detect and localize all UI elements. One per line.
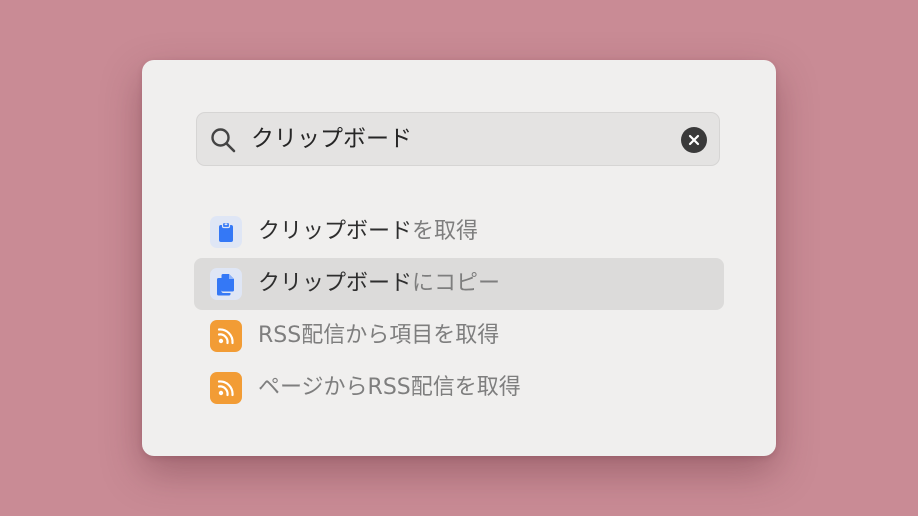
rss-icon	[210, 372, 242, 404]
result-label-rest: ページからRSS配信を取得	[258, 375, 521, 400]
result-label-rest: RSS配信から項目を取得	[258, 323, 500, 348]
search-input[interactable]: クリップボード	[251, 113, 412, 165]
search-field[interactable]: クリップボード	[196, 112, 720, 166]
clipboard-icon	[210, 216, 242, 248]
result-get-clipboard[interactable]: クリップボードを取得	[194, 206, 724, 258]
result-get-rss-items[interactable]: RSS配信から項目を取得	[194, 310, 724, 362]
result-label-match: クリップボード	[258, 219, 413, 244]
action-search-panel: クリップボード クリップボードを取得 クリップボードにコピー RSS配信から項目…	[142, 60, 776, 456]
clear-icon[interactable]	[681, 127, 707, 153]
result-get-rss-from-page[interactable]: ページからRSS配信を取得	[194, 362, 724, 414]
result-label-rest: を取得	[412, 219, 479, 244]
result-copy-to-clipboard[interactable]: クリップボードにコピー	[194, 258, 724, 310]
result-label-match: クリップボード	[258, 271, 413, 296]
result-label-rest: にコピー	[412, 271, 501, 296]
rss-icon	[210, 320, 242, 352]
search-icon	[209, 126, 237, 154]
results-list: クリップボードを取得 クリップボードにコピー RSS配信から項目を取得 ページか…	[194, 206, 724, 414]
copy-documents-icon	[210, 268, 242, 300]
